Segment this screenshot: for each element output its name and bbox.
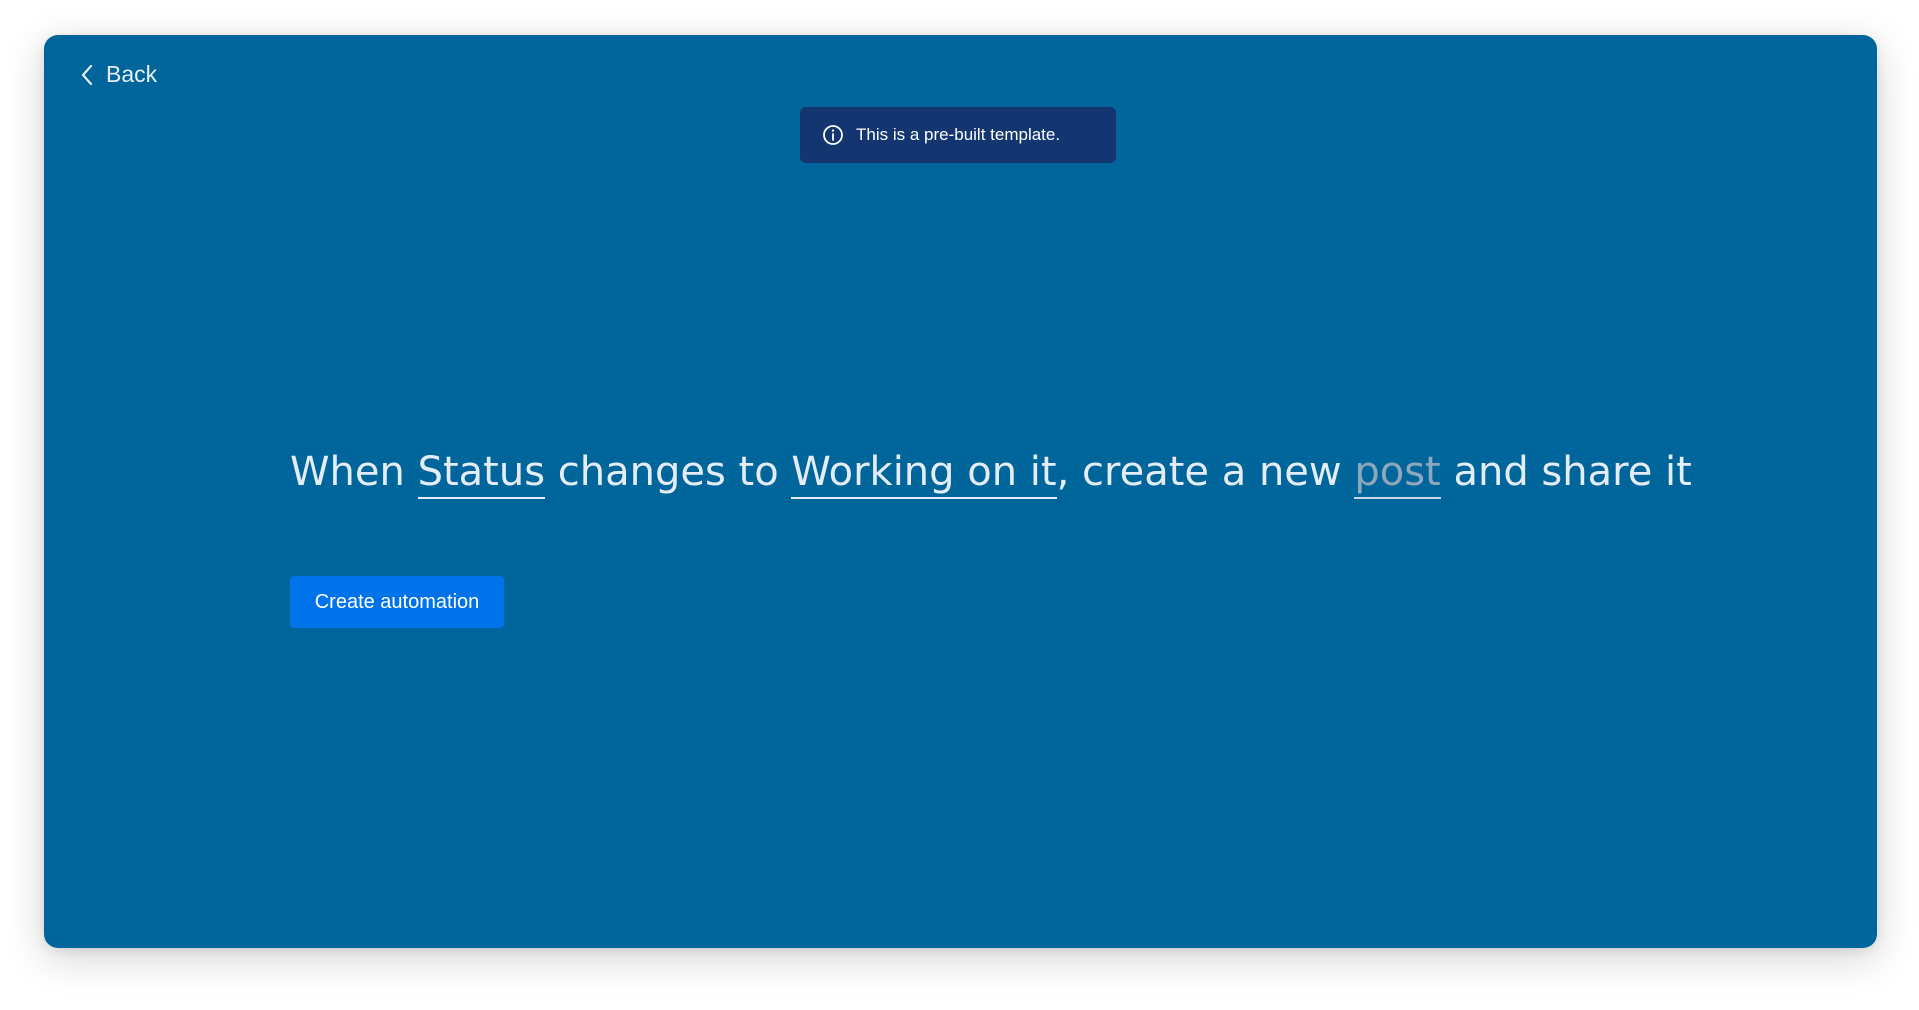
automation-template-modal: Back This is a pre-built template. When …	[44, 35, 1877, 948]
prebuilt-template-notice: This is a pre-built template.	[800, 107, 1116, 163]
recipe-text: changes to	[545, 449, 792, 495]
trigger-column-field[interactable]: Status	[417, 449, 546, 499]
recipe-text: When	[290, 449, 418, 495]
back-label: Back	[106, 61, 158, 87]
back-button[interactable]: Back	[80, 61, 157, 88]
chevron-left-icon	[80, 64, 94, 86]
recipe-text: , create a new	[1056, 449, 1355, 495]
post-field[interactable]: post	[1354, 449, 1441, 499]
status-value-field[interactable]: Working on it	[791, 449, 1057, 499]
recipe-text: and share it	[1440, 449, 1692, 495]
notice-text: This is a pre-built template.	[856, 125, 1061, 144]
automation-recipe-sentence: When Status changes to Working on it, cr…	[290, 449, 1692, 499]
info-icon	[822, 124, 844, 146]
create-automation-button[interactable]: Create automation	[290, 576, 504, 628]
